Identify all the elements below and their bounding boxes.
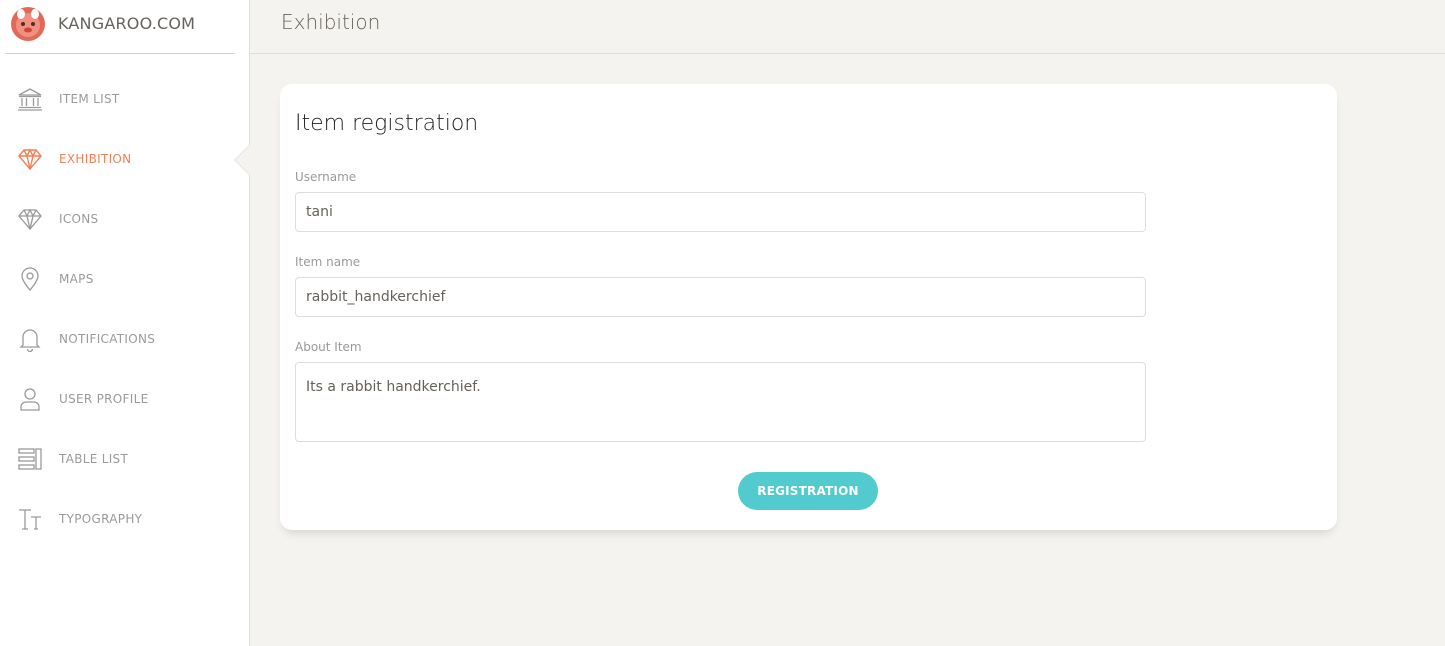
diamond-icon (17, 146, 43, 172)
sidebar-item-user-profile[interactable]: USER PROFILE (0, 377, 249, 421)
brand-name[interactable]: KANGAROO.COM (58, 14, 195, 33)
sidebar-item-exhibition[interactable]: EXHIBITION (0, 137, 249, 181)
registration-button[interactable]: REGISTRATION (738, 472, 878, 510)
sidebar-item-label: NOTIFICATIONS (59, 332, 156, 346)
sidebar-item-label: TYPOGRAPHY (59, 512, 143, 526)
sidebar-item-item-list[interactable]: ITEM LIST (0, 77, 249, 121)
sidebar-item-icons[interactable]: ICONS (0, 197, 249, 241)
typography-icon (17, 506, 43, 532)
bell-icon (17, 326, 43, 352)
sidebar-item-label: USER PROFILE (59, 392, 149, 406)
sidebar-item-label: ICONS (59, 212, 99, 226)
bank-icon (17, 86, 43, 112)
about-item-field[interactable]: Its a rabbit handkerchief. (295, 362, 1146, 442)
kangaroo-logo-icon (11, 7, 45, 41)
username-label: Username (295, 170, 357, 184)
user-icon (17, 386, 43, 412)
about-item-label: About Item (295, 340, 362, 354)
sidebar-item-label: EXHIBITION (59, 152, 132, 166)
page-title: Exhibition (281, 10, 381, 34)
map-pin-icon (17, 266, 43, 292)
diamond-icon (17, 206, 43, 232)
sidebar-item-typography[interactable]: TYPOGRAPHY (0, 497, 249, 541)
item-name-label: Item name (295, 255, 361, 269)
item-registration-card: Item registration Username Item name Abo… (280, 84, 1337, 530)
top-navbar: Exhibition (250, 0, 1445, 54)
table-list-icon (17, 446, 43, 472)
sidebar-item-notifications[interactable]: NOTIFICATIONS (0, 317, 249, 361)
sidebar-item-label: ITEM LIST (59, 92, 120, 106)
sidebar-item-maps[interactable]: MAPS (0, 257, 249, 301)
username-field[interactable] (295, 192, 1146, 232)
sidebar-item-table-list[interactable]: TABLE LIST (0, 437, 249, 481)
item-name-field[interactable] (295, 277, 1146, 317)
sidebar-logo[interactable]: KANGAROO.COM (5, 0, 235, 54)
card-title: Item registration (295, 111, 479, 136)
sidebar: KANGAROO.COM ITEM LIST EXHIBITION ICONS … (0, 0, 250, 646)
sidebar-item-label: MAPS (59, 272, 94, 286)
sidebar-item-label: TABLE LIST (59, 452, 129, 466)
